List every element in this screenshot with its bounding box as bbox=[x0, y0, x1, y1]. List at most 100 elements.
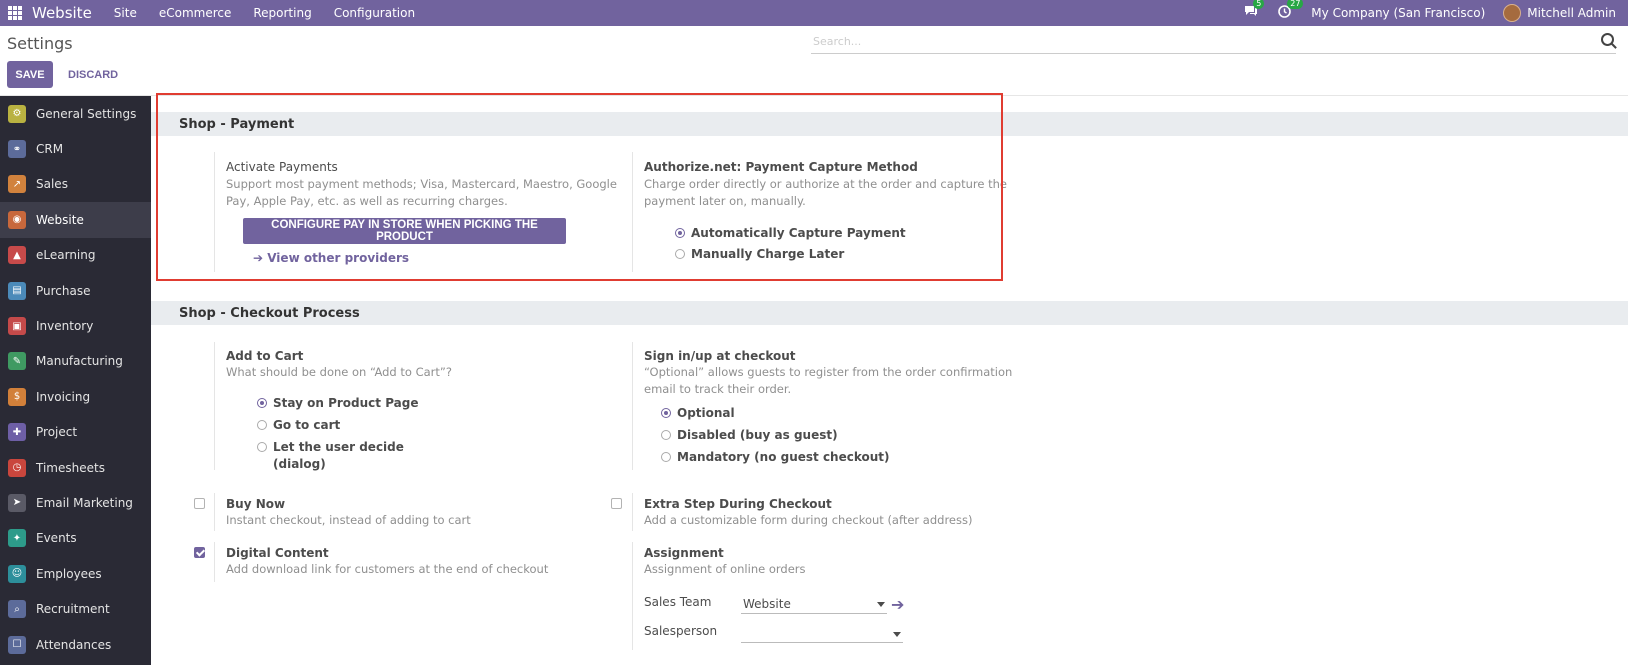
activities-count-badge: 27 bbox=[1287, 0, 1304, 9]
user-avatar[interactable] bbox=[1503, 4, 1522, 22]
divider bbox=[214, 342, 215, 470]
sidebar-item-label: Events bbox=[36, 531, 77, 546]
sidebar-item-label: Website bbox=[36, 212, 84, 227]
messages-count-badge: 5 bbox=[1253, 0, 1265, 9]
sidebar-item-label: General Settings bbox=[36, 106, 137, 121]
company-switcher[interactable]: My Company (San Francisco) bbox=[1311, 6, 1485, 20]
divider bbox=[632, 342, 633, 470]
app-brand[interactable]: Website bbox=[32, 4, 92, 22]
discard-button[interactable]: DISCARD bbox=[62, 61, 124, 88]
radio-label-mandatory[interactable]: Mandatory (no guest checkout) bbox=[677, 450, 890, 464]
menu-ecommerce[interactable]: eCommerce bbox=[159, 6, 232, 20]
sidebar-item-timesheets[interactable]: ◷ Timesheets bbox=[0, 450, 151, 485]
sidebar-item-email-marketing[interactable]: ➤ Email Marketing bbox=[0, 485, 151, 520]
sidebar-item-general-settings[interactable]: ⚙ General Settings bbox=[0, 96, 151, 131]
save-button[interactable]: SAVE bbox=[7, 61, 53, 88]
sidebar-item-label: Project bbox=[36, 425, 78, 440]
signin-checkout-desc-2: email to track their order. bbox=[644, 382, 792, 396]
invoice-icon: $ bbox=[8, 387, 26, 406]
app-grid-icon[interactable] bbox=[8, 6, 22, 20]
section-shop-checkout: Shop - Checkout Process bbox=[151, 301, 1628, 325]
radio-label-let-user-decide[interactable]: Let the user decide bbox=[273, 440, 404, 454]
highlight-box bbox=[156, 93, 1003, 281]
salesperson-field[interactable] bbox=[741, 642, 903, 643]
external-link-arrow-icon[interactable]: ➔ bbox=[891, 595, 904, 614]
menu-site[interactable]: Site bbox=[114, 6, 137, 20]
page-title: Settings bbox=[7, 34, 73, 53]
handshake-icon: ⚭ bbox=[8, 140, 26, 159]
sidebar-item-attendances[interactable]: ☐ Attendances bbox=[0, 627, 151, 662]
sidebar-item-employees[interactable]: ☺ Employees bbox=[0, 556, 151, 591]
sales-team-value[interactable]: Website bbox=[743, 597, 791, 611]
divider bbox=[214, 542, 215, 582]
radio-label-stay-on-product-page[interactable]: Stay on Product Page bbox=[273, 396, 419, 410]
settings-sidebar: ⚙ General Settings ⚭ CRM ↗ Sales ◉ Website ▲ eLea… bbox=[0, 96, 151, 665]
messages-button[interactable]: 5 bbox=[1244, 0, 1265, 21]
sidebar-item-label: Inventory bbox=[36, 319, 94, 334]
sidebar-item-inventory[interactable]: ▣ Inventory bbox=[0, 308, 151, 343]
search-icon[interactable] bbox=[1601, 33, 1614, 46]
signin-checkout-title: Sign in/up at checkout bbox=[644, 349, 796, 363]
menu-configuration[interactable]: Configuration bbox=[334, 6, 415, 20]
radio-stay-on-product-page[interactable] bbox=[257, 398, 267, 408]
radio-let-user-decide[interactable] bbox=[257, 442, 267, 452]
sidebar-item-invoicing[interactable]: $ Invoicing bbox=[0, 379, 151, 414]
sidebar-item-manufacturing[interactable]: ✎ Manufacturing bbox=[0, 344, 151, 379]
sidebar-item-crm[interactable]: ⚭ CRM bbox=[0, 131, 151, 166]
extra-step-desc: Add a customizable form during checkout … bbox=[644, 513, 973, 527]
radio-label-go-to-cart[interactable]: Go to cart bbox=[273, 418, 340, 432]
sidebar-item-recruitment[interactable]: ⌕ Recruitment bbox=[0, 591, 151, 626]
divider bbox=[632, 493, 633, 531]
ticket-icon: ✦ bbox=[8, 529, 26, 548]
attendance-icon: ☐ bbox=[8, 635, 26, 654]
buy-now-title: Buy Now bbox=[226, 497, 286, 511]
sidebar-item-label: Invoicing bbox=[36, 389, 91, 404]
radio-label-dialog: (dialog) bbox=[273, 457, 326, 471]
sidebar-item-label: Timesheets bbox=[36, 460, 105, 475]
radio-label-disabled-guest[interactable]: Disabled (buy as guest) bbox=[677, 428, 838, 442]
sidebar-item-sales[interactable]: ↗ Sales bbox=[0, 167, 151, 202]
graduation-icon: ▲ bbox=[8, 246, 26, 265]
search-input[interactable]: Search... bbox=[811, 31, 1616, 54]
salesperson-dropdown-icon[interactable] bbox=[893, 632, 901, 637]
sidebar-item-label: Sales bbox=[36, 177, 68, 192]
digital-content-title: Digital Content bbox=[226, 546, 329, 560]
stopwatch-icon: ◷ bbox=[8, 458, 26, 477]
sales-team-field[interactable] bbox=[741, 613, 887, 614]
purchase-icon: ▤ bbox=[8, 281, 26, 300]
buy-now-checkbox[interactable] bbox=[194, 498, 205, 509]
paper-plane-icon: ➤ bbox=[8, 493, 26, 512]
extra-step-checkbox[interactable] bbox=[611, 498, 622, 509]
sidebar-item-label: CRM bbox=[36, 142, 64, 157]
search-person-icon: ⌕ bbox=[8, 600, 26, 619]
divider bbox=[214, 493, 215, 531]
sidebar-item-events[interactable]: ✦ Events bbox=[0, 521, 151, 556]
digital-content-checkbox[interactable] bbox=[194, 547, 205, 558]
sidebar-item-project[interactable]: ✚ Project bbox=[0, 415, 151, 450]
sidebar-item-purchase[interactable]: ▤ Purchase bbox=[0, 273, 151, 308]
salesperson-label: Salesperson bbox=[644, 624, 718, 638]
sidebar-item-label: Manufacturing bbox=[36, 354, 123, 369]
digital-content-desc: Add download link for customers at the e… bbox=[226, 562, 549, 576]
menu-reporting[interactable]: Reporting bbox=[253, 6, 311, 20]
activities-button[interactable]: 27 bbox=[1278, 0, 1304, 22]
buy-now-desc: Instant checkout, instead of adding to c… bbox=[226, 513, 471, 527]
add-to-cart-title: Add to Cart bbox=[226, 349, 304, 363]
box-icon: ▣ bbox=[8, 317, 26, 336]
sidebar-item-elearning[interactable]: ▲ eLearning bbox=[0, 238, 151, 273]
radio-mandatory[interactable] bbox=[661, 452, 671, 462]
sales-team-label: Sales Team bbox=[644, 595, 712, 609]
wrench-icon: ✎ bbox=[8, 352, 26, 371]
gear-icon: ⚙ bbox=[8, 104, 26, 123]
signin-checkout-desc-1: “Optional” allows guests to register fro… bbox=[644, 365, 1013, 379]
radio-go-to-cart[interactable] bbox=[257, 420, 267, 430]
radio-disabled-guest[interactable] bbox=[661, 430, 671, 440]
user-menu[interactable]: Mitchell Admin bbox=[1527, 6, 1616, 20]
sidebar-item-label: eLearning bbox=[36, 248, 96, 263]
radio-label-optional[interactable]: Optional bbox=[677, 406, 735, 420]
divider bbox=[632, 542, 633, 650]
sales-team-dropdown-icon[interactable] bbox=[877, 602, 885, 607]
sidebar-item-label: Attendances bbox=[36, 637, 112, 652]
sidebar-item-website[interactable]: ◉ Website bbox=[0, 202, 151, 238]
radio-optional[interactable] bbox=[661, 408, 671, 418]
